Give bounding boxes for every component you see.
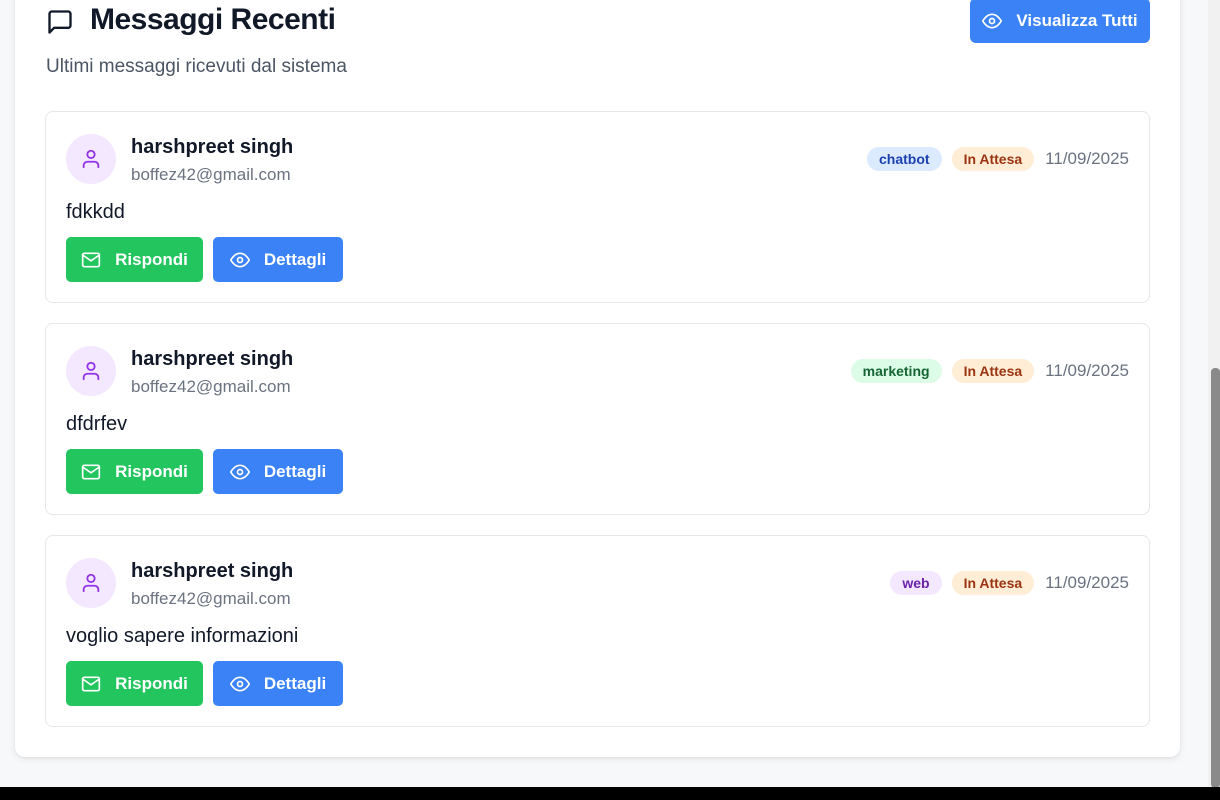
message-text: voglio sapere informazioni — [66, 625, 299, 647]
reply-button[interactable]: Rispondi — [66, 237, 203, 282]
user-icon — [82, 149, 100, 169]
source-badge: marketing — [850, 359, 942, 383]
source-badge: chatbot — [867, 147, 942, 171]
page-title: Messaggi Recenti — [90, 3, 336, 36]
user-icon — [82, 573, 100, 593]
message-card: harshpreet singh boffez42@gmail.com mark… — [45, 323, 1150, 515]
view-all-label: Visualizza Tutti — [1016, 10, 1138, 30]
message-date: 11/09/2025 — [1045, 149, 1129, 168]
message-meta: web In Attesa 11/09/2025 — [890, 571, 1129, 595]
sender-name: harshpreet singh — [131, 136, 294, 158]
status-badge: In Attesa — [951, 359, 1035, 383]
user-icon — [82, 361, 100, 381]
reply-label: Rispondi — [115, 249, 188, 269]
eye-icon — [229, 464, 250, 479]
reply-label: Rispondi — [115, 673, 188, 693]
status-badge: In Attesa — [951, 147, 1035, 171]
message-meta: marketing In Attesa 11/09/2025 — [850, 359, 1129, 383]
page-subtitle: Ultimi messaggi ricevuti dal sistema — [46, 56, 347, 77]
status-badge: In Attesa — [951, 571, 1035, 595]
avatar — [66, 346, 116, 396]
mail-icon — [81, 676, 101, 691]
details-label: Dettagli — [263, 673, 327, 693]
details-button[interactable]: Dettagli — [213, 237, 343, 282]
bottom-bar — [0, 787, 1220, 800]
mail-icon — [81, 464, 101, 479]
reply-button[interactable]: Rispondi — [66, 661, 203, 706]
message-date: 11/09/2025 — [1045, 573, 1129, 592]
sender-email: boffez42@gmail.com — [131, 589, 291, 608]
reply-label: Rispondi — [115, 461, 188, 481]
mail-icon — [81, 252, 101, 267]
message-text: dfdrfev — [66, 413, 128, 435]
sender-name: harshpreet singh — [131, 348, 294, 370]
avatar — [66, 134, 116, 184]
message-text: fdkkdd — [66, 201, 125, 223]
sender-email: boffez42@gmail.com — [131, 377, 291, 396]
eye-icon — [229, 252, 250, 267]
sender-email: boffez42@gmail.com — [131, 165, 291, 184]
scrollbar-thumb[interactable] — [1211, 368, 1220, 788]
message-meta: chatbot In Attesa 11/09/2025 — [867, 147, 1129, 171]
sender-name: harshpreet singh — [131, 560, 294, 582]
details-label: Dettagli — [263, 461, 327, 481]
message-square-icon — [48, 10, 72, 34]
details-button[interactable]: Dettagli — [213, 449, 343, 494]
message-card: harshpreet singh boffez42@gmail.com chat… — [45, 111, 1150, 303]
avatar — [66, 558, 116, 608]
details-button[interactable]: Dettagli — [213, 661, 343, 706]
eye-icon — [229, 676, 250, 691]
eye-icon — [982, 13, 1003, 28]
reply-button[interactable]: Rispondi — [66, 449, 203, 494]
message-card: harshpreet singh boffez42@gmail.com web … — [45, 535, 1150, 727]
message-date: 11/09/2025 — [1045, 361, 1129, 380]
view-all-button[interactable]: Visualizza Tutti — [970, 0, 1150, 43]
source-badge: web — [890, 571, 942, 595]
details-label: Dettagli — [263, 249, 327, 269]
